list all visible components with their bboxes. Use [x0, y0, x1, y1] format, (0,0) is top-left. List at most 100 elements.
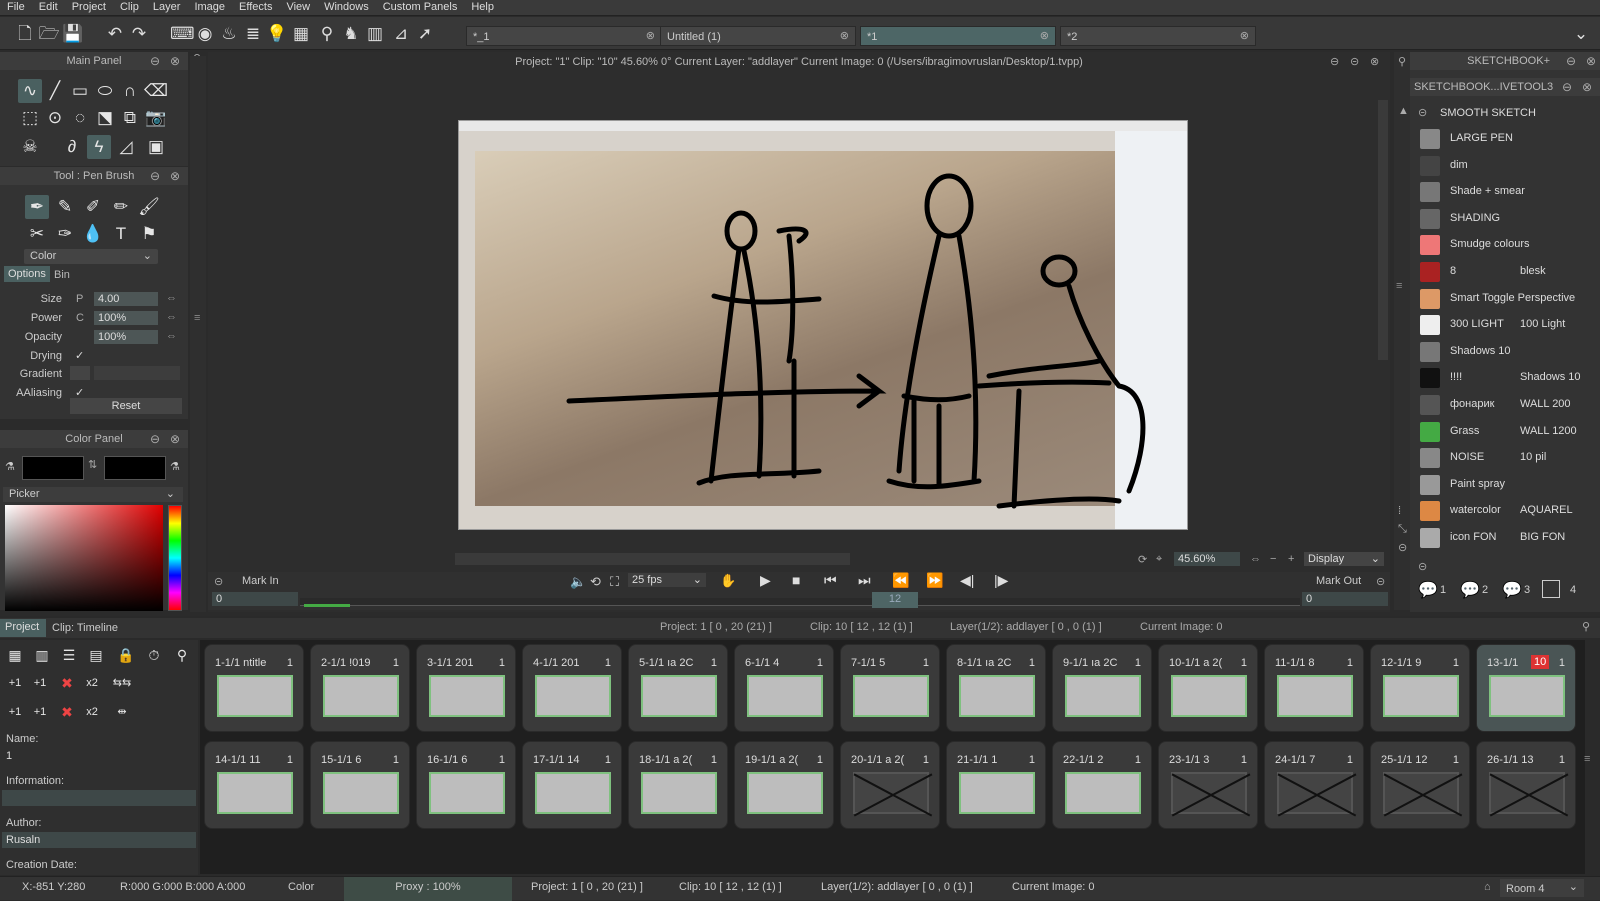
brush-preset-row[interactable]: 300 LIGHT 100 Light [1416, 312, 1600, 338]
special-brush-icon[interactable]: ⚑ [137, 222, 161, 246]
library-icon[interactable]: ▥ [364, 23, 386, 45]
brush-preset-label[interactable]: WALL 1200 [1520, 425, 1577, 437]
clip-thumbnail[interactable]: 18-1/1 a 2(1 [628, 741, 728, 829]
splitter-grip-icon[interactable]: ≡ [1396, 280, 1402, 292]
clip-thumbnail[interactable]: 13-1/1 10 1 [1476, 644, 1576, 732]
picker-select[interactable]: Picker ⌄ [3, 487, 183, 502]
canvas-vertical-scrollbar[interactable] [1378, 100, 1388, 360]
collapse-icon[interactable]: ⊖ [1330, 55, 1339, 68]
secondary-color-swatch[interactable] [104, 456, 166, 480]
left-splitter[interactable] [190, 56, 206, 612]
brush-preset-label[interactable]: Grass [1450, 425, 1479, 437]
brush-preset-row[interactable]: Smart Toggle Perspective [1416, 286, 1600, 312]
search-icon[interactable]: ⚲ [170, 643, 194, 667]
layers-icon[interactable]: ≣ [242, 23, 264, 45]
scroll-up-icon[interactable]: ▲ [1398, 105, 1409, 117]
loop-icon[interactable]: ⟲ [590, 574, 601, 590]
skull-icon[interactable]: ☠ [18, 135, 42, 159]
close-icon[interactable]: ⊗ [1582, 52, 1596, 70]
send-icon[interactable]: ➚ [414, 23, 436, 45]
mark-in-icon[interactable]: ⊝ [214, 575, 223, 588]
zoom-out-icon[interactable]: − [1270, 553, 1276, 565]
clip-thumbnail[interactable]: 2-1/1 !019 1 [310, 644, 410, 732]
clip-thumbnail[interactable]: 19-1/1 a 2(1 [734, 741, 834, 829]
swap-colors-icon[interactable]: ⇅ [88, 458, 100, 478]
information-field[interactable] [2, 790, 196, 806]
frame-start-field[interactable]: 0 [212, 592, 298, 606]
gradient-toggle[interactable] [70, 366, 90, 380]
crop-icon[interactable]: ⧉ [118, 106, 142, 130]
go-end-icon[interactable]: ⏭ [858, 572, 871, 589]
brush-preset-icon[interactable] [1420, 182, 1440, 203]
brush-preset-icon[interactable] [1420, 421, 1440, 442]
eyedropper-icon[interactable]: ⚗ [5, 460, 17, 474]
clip-thumbnail[interactable]: 22-1/1 2 1 [1052, 741, 1152, 829]
clip-thumbnail[interactable]: 12-1/1 9 1 [1370, 644, 1470, 732]
clip-thumbnail[interactable]: 26-1/1 13 1 [1476, 741, 1576, 829]
play-icon[interactable]: ▶ [760, 572, 771, 589]
pen-brush-icon[interactable]: ✒ [25, 195, 49, 219]
brush-preset-icon[interactable] [1420, 448, 1440, 469]
target-icon[interactable]: ⌖ [1156, 553, 1162, 566]
menu-item-view[interactable]: View [279, 0, 317, 13]
graph-icon[interactable]: ⊿ [390, 23, 412, 45]
opacity-input[interactable]: 100% [94, 330, 158, 344]
brush-preset-label[interactable]: фонарик [1450, 398, 1494, 410]
frame-end-field[interactable]: 0 [1302, 592, 1388, 606]
brush-preset-row[interactable]: Shadows 10 [1416, 339, 1600, 365]
keyboard-icon[interactable]: ⌨ [170, 23, 195, 45]
delete-clip-icon[interactable]: ✖ [55, 671, 79, 695]
power-mode[interactable]: C [76, 312, 84, 324]
brush-preset-icon[interactable] [1420, 368, 1440, 389]
document-tab[interactable]: Untitled (1) ⊗ [660, 26, 856, 46]
brush-preset-icon[interactable] [1420, 235, 1440, 256]
collapse-icon[interactable]: ⊖ [148, 167, 162, 185]
menu-item-effects[interactable]: Effects [232, 0, 279, 13]
close-icon[interactable]: ⊗ [1040, 29, 1049, 42]
mark-in-label[interactable]: Mark In [242, 575, 279, 587]
close-icon[interactable]: ⊗ [1240, 29, 1249, 42]
fullscreen-icon[interactable]: ⛶ [610, 574, 619, 590]
reset-button[interactable]: Reset [70, 398, 182, 414]
author-field[interactable]: Rusaln [2, 832, 196, 848]
brush-preset-label[interactable]: 100 Light [1520, 318, 1565, 330]
zoom-arrows-icon[interactable]: ⇔ [1250, 553, 1261, 565]
brush-preset-label[interactable]: dim [1450, 159, 1468, 171]
mark-out-label[interactable]: Mark Out [1316, 575, 1361, 587]
size-mode[interactable]: P [76, 293, 83, 305]
room-select[interactable]: Room 4 ⌄ [1500, 879, 1584, 897]
color-wheel-icon[interactable]: ◉ [194, 23, 216, 45]
stamp-icon[interactable]: ♨ [218, 23, 240, 45]
close-icon[interactable]: ⊗ [168, 167, 182, 185]
brush-preset-label[interactable]: blesk [1520, 265, 1546, 277]
list-view-icon[interactable]: ☰ [57, 643, 81, 667]
brush-preset-row[interactable]: Grass WALL 1200 [1416, 419, 1600, 445]
splitter-grip-icon[interactable]: ≡ [194, 312, 200, 324]
add-scene-after-icon[interactable]: +1 [28, 700, 52, 724]
menu-item-custom-panels[interactable]: Custom Panels [376, 0, 465, 13]
clip-thumbnail[interactable]: 17-1/1 14 1 [522, 741, 622, 829]
clip-thumbnail[interactable]: 20-1/1 a 2(1 [840, 741, 940, 829]
tab-clip-timeline[interactable]: Clip: Timeline [48, 621, 138, 637]
section-collapse-icon[interactable]: ⊝ [1418, 560, 1427, 573]
speech-bubble-icon[interactable]: 💬 [1418, 580, 1438, 600]
go-start-icon[interactable]: ⏮ [824, 572, 837, 589]
add-scene-icon[interactable]: +1 [3, 700, 27, 724]
brush-preset-label[interactable]: watercolor [1450, 504, 1501, 516]
color-picker-square[interactable] [5, 505, 163, 611]
color-mode-select[interactable]: Color ⌄ [24, 249, 158, 264]
clip-thumbnail[interactable]: 11-1/1 8 1 [1264, 644, 1364, 732]
brush-preset-row[interactable]: SHADING [1416, 206, 1600, 232]
prev-frame-icon[interactable]: ◀| [960, 572, 974, 589]
document-tab[interactable]: *2 ⊗ [1060, 26, 1256, 46]
resize-icon[interactable]: ⤡ [1398, 523, 1407, 536]
arc-tool-icon[interactable]: ∩ [118, 79, 142, 103]
add-clip-after-icon[interactable]: +1 [28, 671, 52, 695]
grip-icon[interactable]: ⁞ [1398, 505, 1401, 517]
tab-bin[interactable]: Bin [52, 268, 76, 282]
menu-item-help[interactable]: Help [464, 0, 501, 13]
drying-checkbox[interactable]: ✓ [75, 349, 84, 362]
speech-bubble-icon[interactable]: 💬 [1502, 580, 1522, 600]
menu-item-windows[interactable]: Windows [317, 0, 376, 13]
ellipse-tool-icon[interactable]: ⬭ [93, 79, 117, 103]
